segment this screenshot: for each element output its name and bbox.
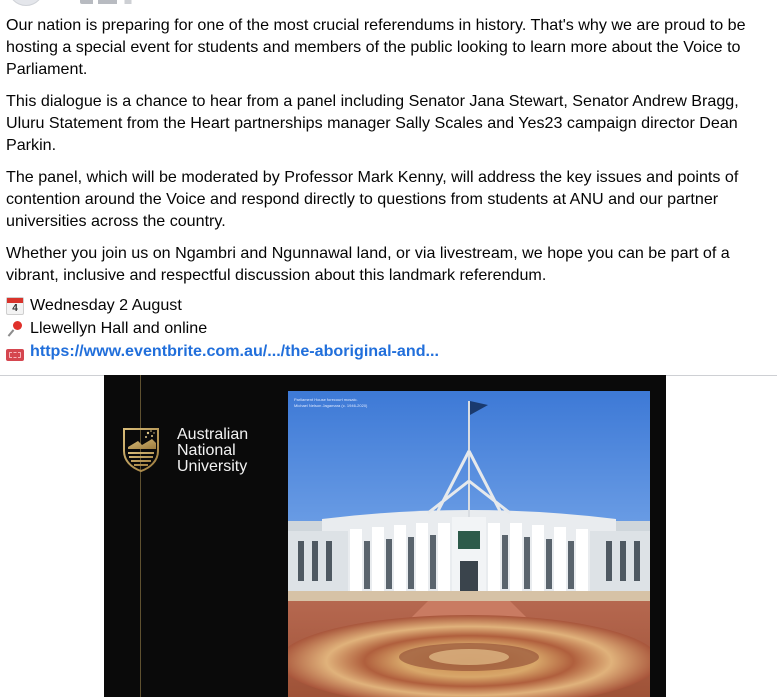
event-location: Llewellyn Hall and online bbox=[30, 319, 208, 337]
event-location-row: Llewellyn Hall and online bbox=[6, 317, 439, 340]
post-paragraph-3: The panel, which will be moderated by Pr… bbox=[6, 168, 739, 230]
post-body: Our nation is preparing for one of the m… bbox=[6, 14, 770, 296]
post-header-fragment bbox=[0, 0, 777, 8]
event-date: Wednesday 2 August bbox=[30, 296, 182, 314]
decorative-gold-line bbox=[140, 375, 141, 697]
photo-caption: Parliament House forecourt mosaic. Micha… bbox=[294, 397, 368, 408]
post-paragraph-4: Whether you join us on Ngambri and Ngunn… bbox=[6, 244, 730, 284]
event-date-row: 4 Wednesday 2 August bbox=[6, 294, 439, 317]
parliament-house-illustration bbox=[288, 391, 650, 697]
post-image[interactable]: Australian National University Parliamen… bbox=[104, 375, 666, 697]
anu-crest-icon bbox=[123, 428, 159, 473]
event-link[interactable]: https://www.eventbrite.com.au/.../the-ab… bbox=[30, 340, 439, 363]
event-link-row: https://www.eventbrite.com.au/.../the-ab… bbox=[6, 340, 439, 363]
post-paragraph-1: Our nation is preparing for one of the m… bbox=[6, 16, 746, 78]
parliament-house-photo: Parliament House forecourt mosaic. Micha… bbox=[288, 391, 650, 697]
calendar-icon: 4 bbox=[6, 296, 24, 315]
event-details: 4 Wednesday 2 August Llewellyn Hall and … bbox=[6, 294, 439, 363]
anu-wordmark: Australian National University bbox=[177, 426, 249, 475]
ticket-icon bbox=[6, 348, 24, 361]
post-paragraph-2: This dialogue is a chance to hear from a… bbox=[6, 92, 739, 154]
avatar[interactable] bbox=[8, 0, 44, 6]
author-name-fragment[interactable] bbox=[80, 0, 140, 4]
round-pushpin-icon bbox=[6, 320, 24, 338]
